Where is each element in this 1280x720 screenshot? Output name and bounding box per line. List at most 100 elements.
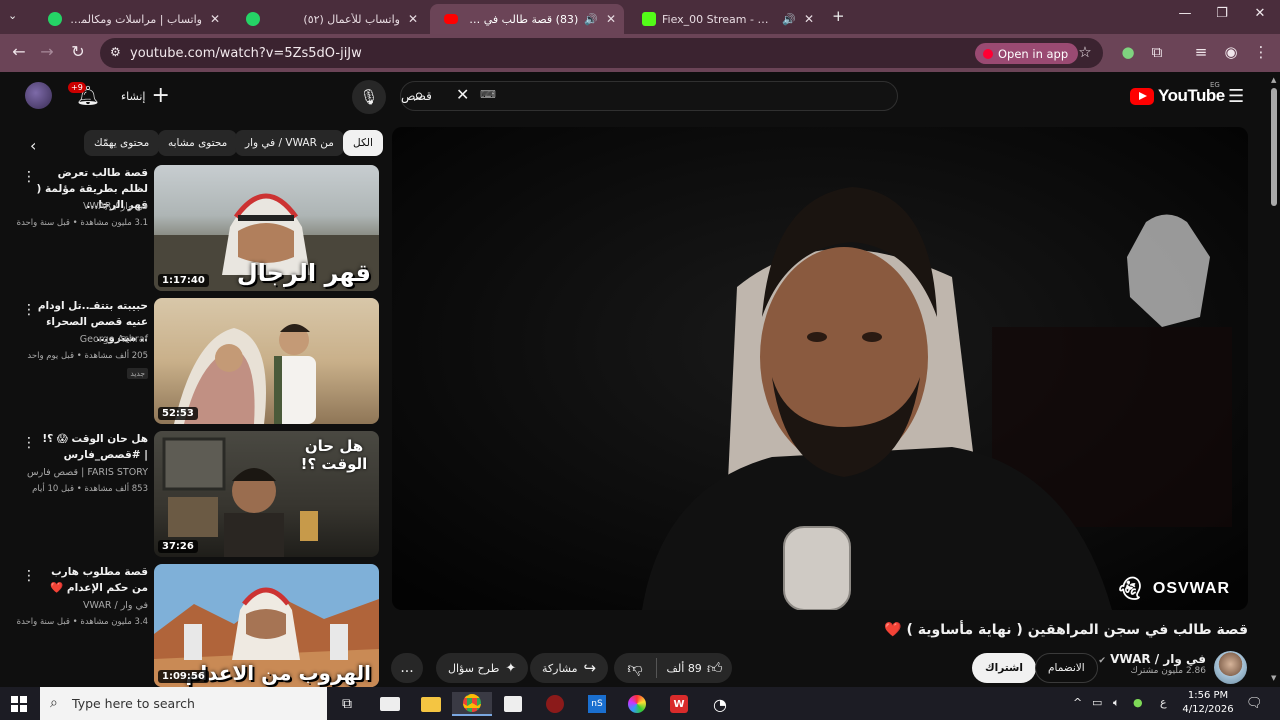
media-control-icon[interactable]: ≡ [1190,43,1212,61]
input-language[interactable]: ع [1160,696,1167,709]
channel-name-text: في وار / VWAR [1110,652,1206,666]
youtube-logo[interactable]: YouTube EG [1130,81,1225,106]
chip-related[interactable]: محتوى مشابه [158,130,238,156]
open-in-app-button[interactable]: Open in app [975,43,1079,64]
back-arrow-icon[interactable]: ← [8,42,30,61]
search-icon[interactable]: ⌕ [414,85,424,106]
color-wheel-app-icon[interactable] [624,692,650,716]
dislike-button[interactable]: 👎︎ [614,659,656,678]
speaker-icon[interactable]: 🔊 [584,13,598,26]
close-window-icon[interactable]: ✕ [1245,6,1275,21]
bookmark-star-icon[interactable]: ☆ [1074,43,1096,61]
watermark-text: OSVWAR [1152,580,1230,597]
channel-name[interactable]: في وار / VWAR ✔ [1098,652,1206,666]
hamburger-menu-icon[interactable]: ☰ [1228,86,1244,107]
more-options-icon[interactable]: ⋮ [22,568,36,584]
chrome-taskbar-icon[interactable] [452,692,492,716]
ns-app-icon[interactable]: nS [584,692,610,716]
search-icon: ⌕ [50,695,58,711]
extensions-puzzle-icon[interactable]: ⧉ [1146,43,1168,61]
related-video[interactable]: ⋮ قصة مطلوب هارب من حكم الإعدام ❤️ في وا… [0,564,380,692]
related-video-title[interactable]: هل حان الوقت 😱 ؟! | #قصص_فارس [36,431,148,463]
related-video-channel[interactable]: FARIS STORY | قصص فارس [23,467,148,478]
video-player[interactable]: 👻︎ OSVWAR [392,127,1248,610]
new-tab-button[interactable]: + [832,7,845,25]
more-options-icon[interactable]: ⋮ [22,169,36,185]
create-button[interactable]: إنشاء + [115,81,176,111]
related-video-channel[interactable]: في وار / VWAR [23,600,148,611]
tray-app-icon[interactable]: ● [1133,696,1143,709]
close-tab-icon[interactable]: ✕ [804,12,814,26]
share-button[interactable]: مشاركة ↪ [530,653,609,683]
scroll-up-icon[interactable]: ▲ [1271,76,1276,84]
reload-icon[interactable]: ↻ [67,42,89,61]
chip-from-channel[interactable]: من VWAR / في وار [235,130,344,156]
scroll-down-icon[interactable]: ▼ [1271,674,1276,682]
voice-search-button[interactable]: 🎙︎ [352,80,386,114]
extension-badge-icon[interactable]: ● [1117,43,1139,61]
account-avatar[interactable] [25,82,52,109]
notification-center-icon[interactable]: 🗨︎ [1246,696,1263,711]
windows-start-icon[interactable] [11,696,27,712]
share-label: مشاركة [542,661,578,675]
page-scrollbar[interactable]: ▲ ▼ [1268,72,1280,687]
taskbar-clock[interactable]: 1:56 PM 4/12/2026 [1176,689,1240,717]
restore-icon[interactable]: ❐ [1207,6,1237,21]
address-bar[interactable]: ⚙ youtube.com/watch?v=5Zs5dO-jiJw [100,38,1103,68]
ask-button[interactable]: طرح سؤال ✦ [436,653,529,683]
more-options-icon[interactable]: ⋮ [22,302,36,318]
channel-info[interactable]: في وار / VWAR ✔ 2.86 مليون مشترك [1098,652,1206,676]
scrollbar-thumb[interactable] [1271,88,1277,206]
speaker-icon[interactable]: 🔊 [782,13,796,26]
mail-icon[interactable] [377,692,403,716]
chips-scroll-left-icon[interactable]: ‹ [30,136,36,155]
related-video[interactable]: ⋮ هل حان الوقت 😱 ؟! | #قصص_فارس FARIS ST… [0,431,380,559]
related-video[interactable]: ⋮ حبيبته بتتقـ..تل اودام عنيه قصص الصحرا… [0,298,380,426]
keyboard-icon[interactable]: ⌨ [480,88,496,101]
video-thumbnail[interactable]: 52:53 [154,298,379,424]
video-thumbnail[interactable]: هل حان الوقت ؟! 37:26 [154,431,379,557]
subscribe-button[interactable]: اشتراك [972,653,1036,683]
channel-avatar[interactable] [1214,651,1247,684]
close-tab-icon[interactable]: ✕ [408,12,418,26]
new-badge: جديد [127,368,148,379]
join-button[interactable]: الانضمام [1035,653,1098,683]
wps-office-icon[interactable]: W [666,692,692,716]
file-explorer-icon[interactable] [418,692,444,716]
related-video-title[interactable]: قصة مطلوب هارب من حكم الإعدام ❤️ [36,564,148,596]
forward-arrow-icon[interactable]: → [36,42,58,61]
chrome-menu-icon[interactable]: ⋮ [1250,43,1272,61]
related-video[interactable]: ⋮ قصة طالب تعرض لظلم بطريقة مؤلمة ( قهر … [0,165,380,293]
profile-icon[interactable]: ◉ [1220,43,1242,61]
windows-taskbar: ⌕ Type here to search ⧉ nS W ◔ ^ ▭ 🔈︎ ● … [0,687,1280,720]
video-thumbnail[interactable]: قهر الرجال 1:17:40 [154,165,379,291]
video-thumbnail[interactable]: الهروب من الاعدام 1:09:56 [154,564,379,687]
volume-icon[interactable]: 🔈︎ [1113,696,1120,710]
tab-kick-stream[interactable]: Fiex_00 Stream - Watch Live 🔊 ✕ [628,4,822,34]
more-actions-button[interactable]: ... [391,653,423,683]
clear-search-icon[interactable]: ✕ [456,85,469,104]
related-video-channel[interactable]: George Ashraf [23,334,148,345]
task-view-icon[interactable]: ⧉ [334,692,360,716]
red-app-icon[interactable] [542,692,568,716]
chip-recommended-for-you[interactable]: محتوى يهمّك [84,130,160,156]
tab-search-icon[interactable]: ⌄ [8,9,17,22]
search-input[interactable]: قصص [400,81,898,111]
store-icon[interactable] [500,692,526,716]
close-tab-icon[interactable]: ✕ [210,12,220,26]
tray-overflow-icon[interactable]: ^ [1073,696,1082,709]
close-tab-icon[interactable]: ✕ [606,12,616,26]
tab-youtube-active[interactable]: (83) قصة طالب في سجن الم 🔊 ✕ [430,4,624,34]
related-video-channel[interactable]: في وار / VWAR [23,201,148,212]
site-info-icon[interactable]: ⚙ [110,45,121,59]
like-button[interactable]: 👍︎ 89 ألف [657,659,732,678]
minimize-icon[interactable]: — [1170,6,1200,21]
chip-all[interactable]: الكل [343,130,383,156]
more-options-icon[interactable]: ⋮ [22,435,36,451]
tab-whatsapp-business[interactable]: واتساب للأعمال (٥٢) ✕ [232,4,426,34]
taskbar-search-box[interactable]: ⌕ Type here to search [40,687,327,720]
speedometer-app-icon[interactable]: ◔ [707,692,733,716]
related-video-meta: 853 ألف مشاهدة • قبل 10 أيام [32,484,148,494]
tab-whatsapp[interactable]: واتساب | مراسلات ومكالمات مجا ✕ [34,4,228,34]
network-icon[interactable]: ▭ [1092,696,1102,709]
